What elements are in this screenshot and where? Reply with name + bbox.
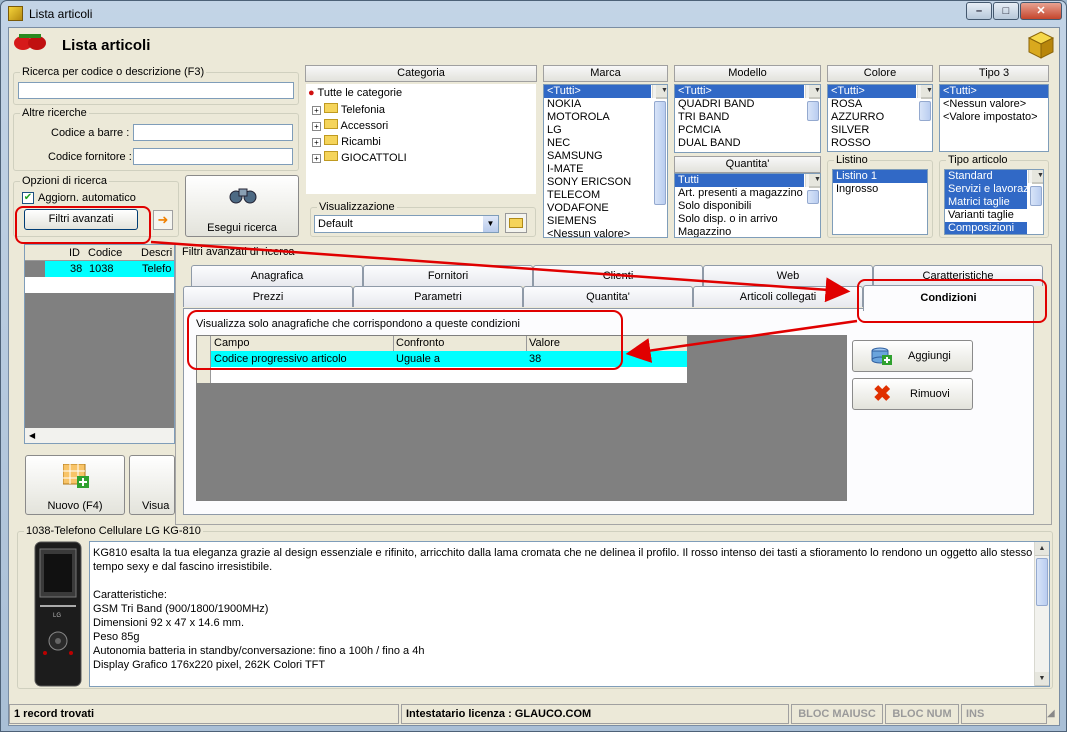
annotation-arrows [150, 240, 858, 363]
main-window: Lista articoli – □ ✕ Lista articoli Rice… [0, 0, 1067, 732]
tab-condizioni[interactable]: Condizioni [863, 285, 1034, 311]
